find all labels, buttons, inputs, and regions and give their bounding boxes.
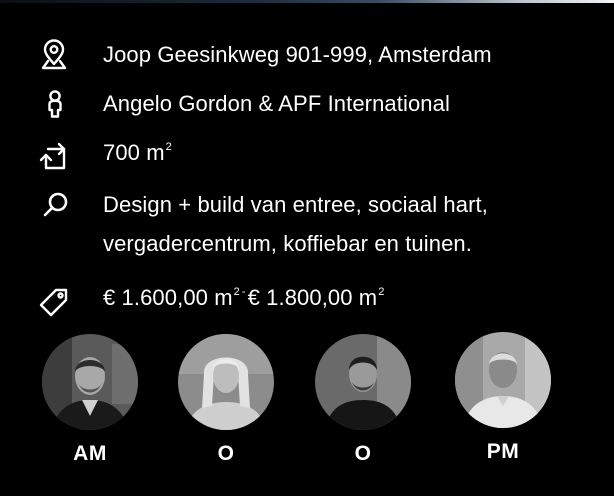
map-pin-icon [37,38,71,72]
team-member-label: O [217,442,235,465]
person-icon [38,87,72,121]
area-superscript: 2 [165,141,172,153]
price-range-text: € 1.600,00 m2 -€ 1.800,00 m2 [103,279,384,321]
team-member-label: AM [73,442,107,465]
team-section: AM O O PM [0,332,614,482]
price-from-superscript: 2 [233,286,240,298]
price-to-superscript: 2 [378,286,385,298]
price-tag-icon [37,285,71,319]
area-text: 700 m2 [103,134,172,176]
scope-line-2: vergadercentrum, koffiebar en tuinen. [103,231,472,256]
area-resize-icon [38,140,72,174]
team-member-label: O [354,442,372,465]
team-member-2: O [176,334,276,466]
top-gradient-divider [0,0,614,3]
team-member-3: O [313,334,413,466]
price-separator: - [241,286,246,298]
avatar [178,334,274,430]
price-from: € 1.600,00 m [103,285,233,310]
team-member-label: PM [486,440,520,463]
avatar [315,334,411,430]
scope-line-1: Design + build van entree, sociaal hart, [103,192,488,217]
team-member-1: AM [40,334,140,466]
address-text: Joop Geesinkweg 901-999, Amsterdam [103,42,492,67]
area-value: 700 m [103,140,165,165]
avatar [42,334,138,430]
team-member-4: PM [453,332,553,464]
avatar [455,332,551,428]
client-text: Angelo Gordon & APF International [103,91,450,116]
search-icon [39,188,73,222]
price-to: € 1.800,00 m [247,285,378,310]
